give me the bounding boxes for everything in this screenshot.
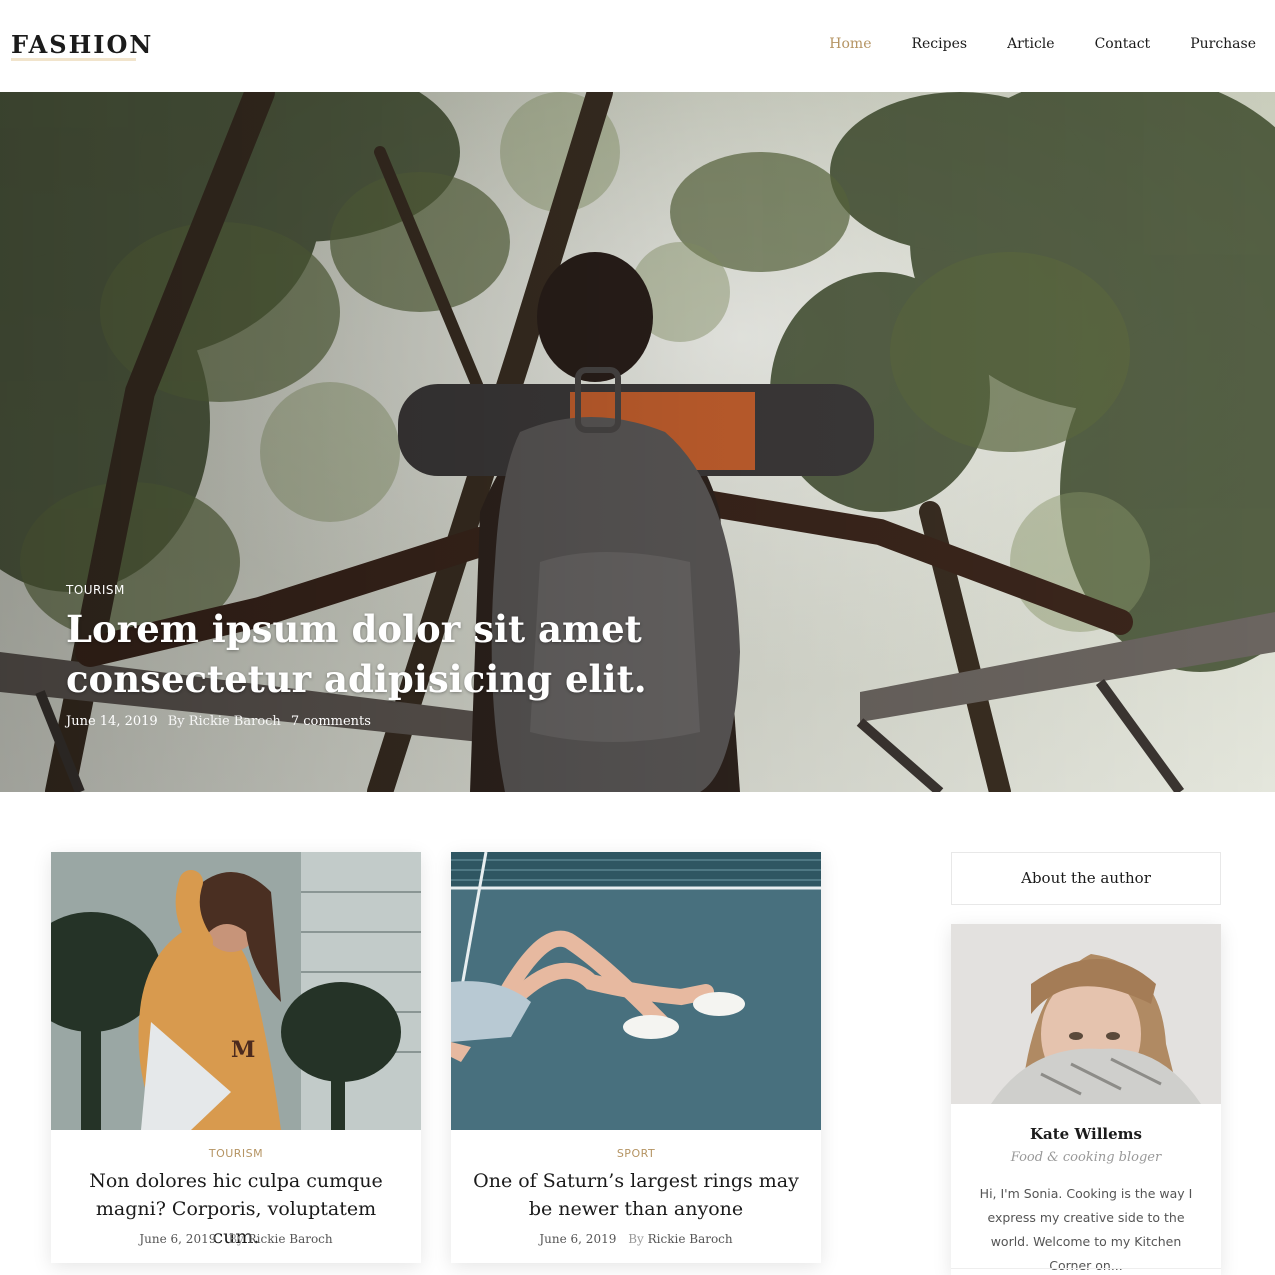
author-card: Kate Willems Food & cooking bloger Hi, I… [951,924,1221,1275]
hero-meta: June 14, 2019 By Rickie Baroch 7 comment… [66,714,371,729]
post-image[interactable]: M [51,852,421,1130]
post-author[interactable]: Rickie Baroch [248,1232,333,1246]
post-meta: June 6, 2019 By Rickie Baroch [451,1232,821,1246]
nav-purchase[interactable]: Purchase [1190,36,1256,52]
post-card[interactable]: M TOURISM Non dolores hic culpa cumque m… [51,852,421,1263]
author-bio: Hi, I'm Sonia. Cooking is the way I expr… [979,1186,1193,1273]
post-date: June 6, 2019 [539,1232,617,1246]
post-card[interactable]: SPORT One of Saturn’s largest rings may … [451,852,821,1263]
hero-title[interactable]: Lorem ipsum dolor sit amet consectetur a… [66,604,666,704]
hero-banner[interactable]: TOURISM Lorem ipsum dolor sit amet conse… [0,92,1275,792]
hero-category[interactable]: TOURISM [66,583,125,597]
post-meta: June 6, 2019 By Rickie Baroch [51,1232,421,1246]
main-nav: Home Recipes Article Contact Purchase [829,36,1256,52]
author-role: Food & cooking bloger [1010,1150,1162,1165]
post-category[interactable]: TOURISM [51,1147,421,1160]
author-divider [951,1268,1221,1269]
svg-text:M: M [231,1037,255,1063]
post-date: June 6, 2019 [139,1232,217,1246]
post-by-label: By [228,1232,244,1246]
post-category[interactable]: SPORT [451,1147,821,1160]
about-author-title: About the author [1021,869,1151,887]
author-photo [951,924,1221,1104]
post-image[interactable] [451,852,821,1130]
site-header: FASHION Home Recipes Article Contact Pur… [0,0,1275,92]
site-logo[interactable]: FASHION [11,30,153,59]
nav-recipes[interactable]: Recipes [911,36,967,52]
logo-underline [11,58,136,61]
nav-article[interactable]: Article [1007,36,1055,52]
post-title[interactable]: One of Saturn’s largest rings may be new… [471,1167,801,1223]
post-by-label: By [628,1232,644,1246]
hero-author[interactable]: By Rickie Baroch [168,714,281,729]
post-author[interactable]: Rickie Baroch [648,1232,733,1246]
about-author-heading-box: About the author [951,852,1221,905]
author-name: Kate Willems [1030,1125,1142,1143]
nav-contact[interactable]: Contact [1095,36,1151,52]
hero-date: June 14, 2019 [66,714,158,729]
nav-home[interactable]: Home [829,36,871,52]
hero-comments[interactable]: 7 comments [291,714,371,729]
